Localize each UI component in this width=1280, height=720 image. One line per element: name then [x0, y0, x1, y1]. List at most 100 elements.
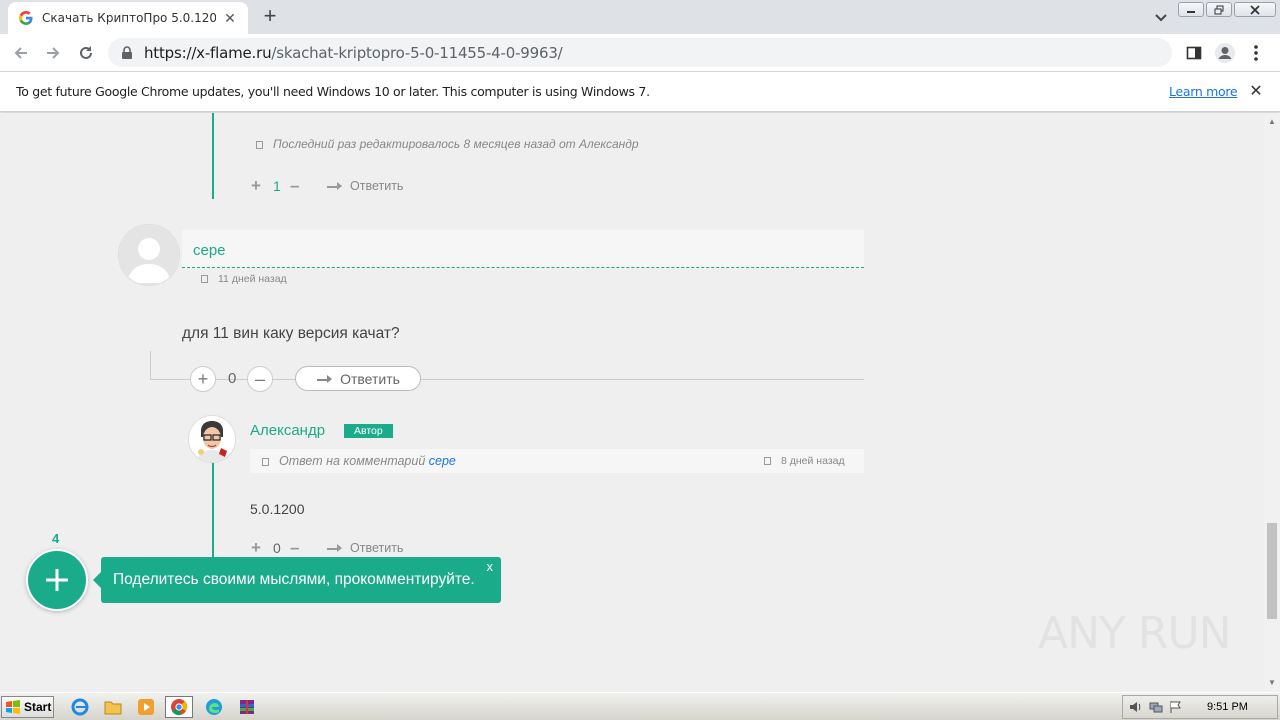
reply-link[interactable]: Ответить — [326, 541, 403, 555]
windows-logo-icon — [6, 700, 20, 714]
menu-button[interactable] — [1245, 42, 1267, 64]
scrollbar-thumb[interactable] — [1267, 523, 1277, 619]
avatar — [188, 415, 236, 463]
vote-count: 0 — [273, 540, 281, 556]
chrome-icon — [171, 699, 188, 716]
add-comment-button[interactable] — [26, 549, 88, 611]
reply-label: Ответить — [340, 370, 400, 387]
clock-icon — [764, 457, 771, 465]
scroll-up-icon[interactable]: ▲ — [1268, 117, 1276, 126]
reply-link[interactable]: Ответить — [326, 179, 403, 193]
close-window-icon — [1250, 4, 1260, 15]
page-scrollbar[interactable]: ▲ ▼ — [1264, 113, 1280, 691]
vote-count: 0 — [228, 370, 237, 387]
minimize-icon — [1187, 10, 1195, 13]
back-button[interactable] — [10, 42, 32, 64]
edited-note: Последний раз редактировалось 8 месяцев … — [256, 137, 639, 151]
edit-icon — [256, 141, 263, 149]
url-host: https://x-flame.ru — [144, 43, 272, 62]
comment-prompt-bubble[interactable]: Поделитесь своими мыслями, прокомментиру… — [93, 557, 501, 603]
start-button[interactable]: Start — [1, 696, 54, 718]
upvote-button[interactable]: + — [190, 366, 216, 392]
close-window-button[interactable] — [1234, 2, 1276, 17]
url-text: https://x-flame.ru/skachat-kriptopro-5-0… — [144, 44, 563, 62]
forward-button[interactable] — [42, 42, 64, 64]
folder-icon — [104, 701, 122, 715]
reply-author[interactable]: Александр — [250, 422, 325, 439]
comment-prompt-text: Поделитесь своими мыслями, прокомментиру… — [113, 571, 475, 588]
bubble-close-icon[interactable]: x — [487, 559, 494, 574]
default-avatar-icon — [119, 225, 179, 285]
plus-icon — [46, 569, 68, 591]
comment-author[interactable]: сере — [193, 242, 226, 259]
start-label: Start — [24, 700, 52, 714]
reply-time-text: 8 дней назад — [781, 455, 845, 467]
downvote-button[interactable]: – — [247, 366, 273, 392]
reply-time: 8 дней назад — [764, 455, 845, 467]
taskbar-chrome[interactable] — [165, 696, 193, 718]
browser-toolbar: https://x-flame.ru/skachat-kriptopro-5-0… — [0, 34, 1280, 72]
profile-avatar-icon — [1215, 43, 1235, 63]
reply-arrow-icon — [317, 374, 333, 383]
winrar-icon — [240, 700, 254, 714]
edge-icon — [206, 699, 222, 715]
taskbar-winrar[interactable] — [233, 696, 261, 718]
minimize-button[interactable] — [1178, 2, 1204, 17]
site-info-icon[interactable] — [120, 45, 134, 60]
back-arrow-icon — [14, 47, 27, 59]
network-icon[interactable] — [1149, 700, 1163, 714]
action-center-flag-icon[interactable] — [1169, 700, 1183, 714]
update-infobar: To get future Google Chrome updates, you… — [0, 72, 1280, 112]
reply-to-prefix: Ответ на комментарий — [279, 454, 426, 468]
upvote-icon[interactable]: + — [251, 176, 261, 196]
taskbar-explorer[interactable] — [99, 696, 127, 718]
reply-text: 5.0.1200 — [250, 501, 305, 517]
scroll-down-icon[interactable]: ▼ — [1268, 678, 1276, 687]
restore-button[interactable] — [1206, 2, 1232, 17]
reload-button[interactable] — [75, 42, 97, 64]
comment-header — [182, 230, 864, 268]
edited-note-text: Последний раз редактировалось 8 месяцев … — [273, 137, 639, 151]
kebab-menu-icon — [1254, 45, 1258, 61]
side-panel-button[interactable] — [1183, 42, 1205, 64]
volume-icon[interactable] — [1129, 700, 1143, 714]
comment-time: 11 дней назад — [201, 273, 287, 285]
reply-arrow-icon — [327, 182, 342, 190]
reload-icon — [80, 46, 92, 59]
tab-strip: Скачать КриптоПро 5.0.1200, 5.0 ✕ + — [0, 0, 1280, 34]
reply-button[interactable]: Ответить — [295, 366, 421, 391]
tab-close-icon[interactable]: ✕ — [222, 10, 238, 26]
new-tab-icon[interactable]: + — [260, 5, 280, 27]
comment-text: для 11 вин каку версия качат? — [182, 325, 400, 342]
downvote-icon[interactable]: – — [290, 538, 299, 558]
address-bar[interactable]: https://x-flame.ru/skachat-kriptopro-5-0… — [108, 38, 1172, 67]
clock[interactable]: 9:51 PM — [1207, 701, 1248, 713]
clock-icon — [201, 275, 208, 283]
tab-search-chevron-icon[interactable] — [1152, 8, 1170, 26]
side-panel-icon — [1186, 46, 1202, 60]
taskbar-media[interactable] — [132, 696, 160, 718]
forward-arrow-icon — [47, 47, 60, 59]
browser-tab[interactable]: Скачать КриптоПро 5.0.1200, 5.0 ✕ — [8, 2, 248, 34]
learn-more-link[interactable]: Learn more — [1169, 84, 1238, 99]
window-controls — [1178, 2, 1276, 17]
reply-to-icon — [262, 458, 269, 466]
taskbar-edge[interactable] — [200, 696, 228, 718]
reply-arrow-icon — [327, 544, 342, 552]
comment-count: 4 — [52, 531, 60, 546]
taskbar-ie[interactable] — [66, 696, 94, 718]
downvote-icon[interactable]: – — [290, 176, 299, 196]
infobar-close-icon[interactable]: ✕ — [1248, 84, 1264, 100]
upvote-icon[interactable]: + — [251, 538, 261, 558]
thread-line — [212, 113, 214, 199]
reply-to-author-link[interactable]: сере — [429, 454, 456, 468]
page-content: Последний раз редактировалось 8 месяцев … — [0, 113, 1264, 691]
restore-icon — [1214, 5, 1224, 14]
url-path: /skachat-kriptopro-5-0-11455-4-0-9963/ — [271, 43, 563, 62]
avatar — [118, 224, 180, 286]
watermark-text: ANY RUN — [1038, 608, 1232, 659]
thread-line — [212, 463, 214, 563]
tab-title: Скачать КриптоПро 5.0.1200, 5.0 — [42, 11, 216, 25]
author-badge: Автор — [344, 424, 393, 438]
profile-button[interactable] — [1214, 42, 1236, 64]
